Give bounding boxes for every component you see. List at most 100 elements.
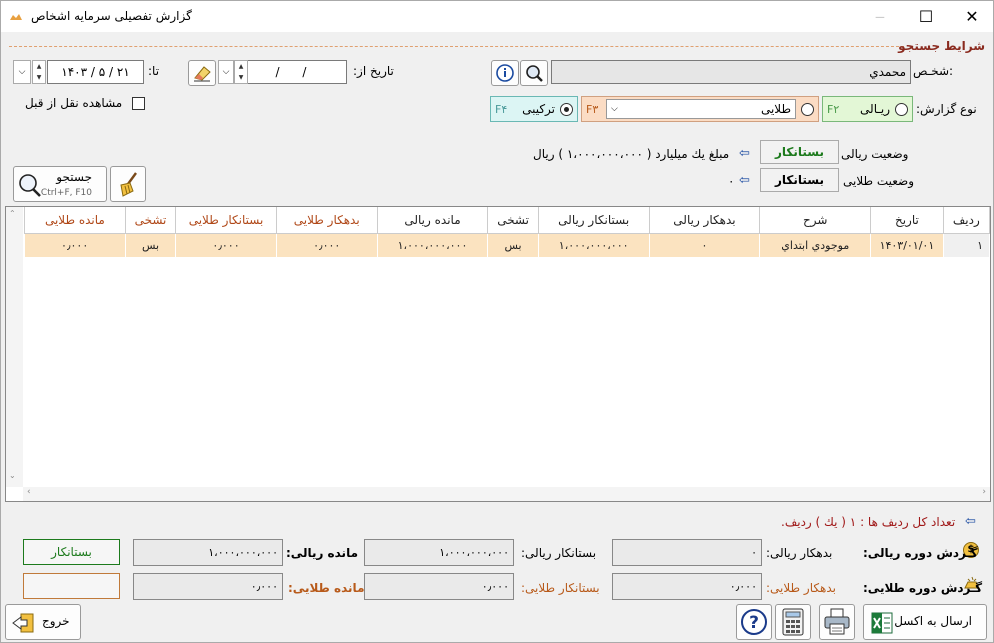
section-divider — [9, 46, 904, 47]
magnifier-icon — [526, 65, 543, 82]
gold-status-text: ۰ — [728, 174, 735, 188]
row-count-text: تعداد کل ردیف ها : ۱ ( یك ) ردیف. — [781, 515, 956, 529]
broom-icon — [120, 172, 137, 197]
magnifier-icon — [19, 174, 41, 197]
rial-label: ریـالی — [860, 102, 890, 116]
rial-summary-title: گـردش دوره ریالی: — [863, 546, 978, 560]
gold-combo[interactable]: طلایی ⌵ — [606, 99, 796, 119]
col-header[interactable]: مانده طلایی — [24, 207, 126, 234]
col-header[interactable]: ردیف — [942, 207, 990, 234]
person-search-button[interactable] — [520, 60, 548, 86]
data-grid[interactable]: ⌃ ⌄ ‹ › ردیف تاریخ شرح بدهکار ریالی بستا… — [5, 206, 991, 502]
gold-key: F۳ — [586, 103, 599, 116]
search-shortcut: Ctrl+F, F10 — [40, 188, 92, 198]
col-header[interactable]: تشخی — [487, 207, 539, 234]
chevron-down-icon: ⌵ — [611, 104, 618, 114]
table-cell: ۱۴۰۳/۰۱/۰۱ — [870, 233, 944, 257]
gold-credit-label: بستانکار طلایی: — [521, 581, 600, 595]
col-header[interactable]: بستانکار طلایی — [175, 207, 277, 234]
title-bar: گزارش تفصیلی سرمایه اشخاص ‒ ☐ ✕ — [1, 1, 993, 32]
col-header[interactable]: بستانکار ریالی — [537, 207, 650, 234]
close-button[interactable]: ✕ — [949, 1, 993, 32]
help-button[interactable]: ? — [736, 604, 772, 640]
col-header[interactable]: بدهکار طلایی — [275, 207, 378, 234]
gold-summary-title: گـردش دوره طلایی: — [863, 581, 983, 595]
gold-credit-field: ۰٫۰۰۰ — [364, 573, 514, 600]
eraser-icon — [194, 66, 211, 82]
scroll-right-icon: › — [982, 487, 986, 497]
print-button[interactable] — [819, 604, 855, 640]
calculator-icon — [782, 608, 804, 636]
combined-radio — [560, 103, 573, 116]
search-section-title: شرایط جستجو — [898, 39, 985, 53]
report-type-gold[interactable]: طلایی ⌵ F۳ — [581, 96, 819, 122]
scroll-down-icon: ⌄ — [9, 471, 16, 480]
rial-balance-field: ۱،۰۰۰،۰۰۰،۰۰۰ — [133, 539, 283, 566]
grid-vertical-scrollbar[interactable]: ⌃ ⌄ — [6, 207, 23, 487]
date-to-field[interactable]: ۲۱ / ۵ / ۱۴۰۳ — [47, 60, 144, 84]
search-label: جستجو — [56, 170, 92, 184]
col-header[interactable]: تشخی — [124, 207, 177, 234]
gold-label: طلایی — [760, 102, 791, 116]
help-icon: ? — [741, 609, 767, 635]
gold-status-badge: بستانکار — [760, 168, 839, 192]
person-value: محمدي — [869, 65, 906, 79]
gold-radio — [801, 103, 814, 116]
date-from-label: تاریخ از: — [353, 64, 394, 78]
person-field[interactable]: محمدي — [551, 60, 911, 84]
date-from-dropdown[interactable]: ⌵ — [218, 60, 234, 84]
search-button[interactable]: جستجو Ctrl+F, F10 — [13, 166, 107, 202]
minimize-button[interactable]: ‒ — [857, 1, 903, 32]
col-header[interactable]: بدهکار ریالی — [648, 207, 761, 234]
scroll-up-icon: ⌃ — [9, 209, 16, 218]
table-cell: ۰ — [649, 233, 761, 257]
date-from-field[interactable]: / / — [235, 60, 347, 84]
grid-horizontal-scrollbar[interactable]: ‹ › — [23, 487, 990, 501]
date-from-spinner[interactable]: ▲ ▼ — [234, 60, 248, 84]
date-to-dropdown[interactable]: ⌵ — [13, 60, 31, 84]
exit-button[interactable]: خروج — [5, 604, 81, 640]
export-excel-label: ارسال به اکسل — [894, 614, 972, 628]
info-icon — [496, 64, 514, 82]
printer-icon — [824, 608, 850, 635]
table-row[interactable]: ۱ ۱۴۰۳/۰۱/۰۱ موجودي ابتداي ۰ ۱،۰۰۰،۰۰۰،۰… — [24, 233, 990, 257]
show-transfer-checkbox[interactable] — [132, 97, 145, 110]
svg-text:?: ? — [749, 613, 759, 633]
gold-balance-label: مانده طلایی: — [288, 581, 365, 595]
table-cell: ۱،۰۰۰،۰۰۰،۰۰۰ — [377, 233, 489, 257]
rial-debit-label: بدهکار ریالی: — [766, 546, 833, 560]
rial-credit-label: بستانکار ریالی: — [521, 546, 597, 560]
grid-header-row: ردیف تاریخ شرح بدهکار ریالی بستانکار ریا… — [24, 207, 990, 234]
combined-key: F۴ — [495, 103, 508, 116]
report-type-rial[interactable]: ریـالی F۲ — [822, 96, 913, 122]
table-cell: ۱ — [943, 233, 990, 257]
table-cell: ۰٫۰۰۰ — [175, 233, 277, 257]
combined-label: ترکیبی — [522, 102, 555, 116]
grid-table-wrap: ردیف تاریخ شرح بدهکار ریالی بستانکار ریا… — [24, 207, 990, 257]
person-label: شخـص: — [913, 64, 954, 78]
col-header[interactable]: شرح — [759, 207, 872, 234]
col-header[interactable]: تاریخ — [870, 207, 944, 234]
date-to-value: ۲۱ / ۵ / ۱۴۰۳ — [61, 65, 130, 79]
date-to-spinner[interactable]: ▲ ▼ — [32, 60, 46, 84]
col-header[interactable]: مانده ریالی — [376, 207, 489, 234]
export-excel-button[interactable]: ارسال به اکسل — [863, 604, 987, 640]
person-info-button[interactable] — [491, 60, 519, 86]
clear-filters-button[interactable] — [110, 166, 146, 202]
clear-date-button[interactable] — [188, 60, 216, 86]
rial-status-badge: بستانکار — [760, 140, 839, 164]
report-window: گزارش تفصیلی سرمایه اشخاص ‒ ☐ ✕ شرایط جس… — [0, 0, 994, 643]
report-type-combined[interactable]: ترکیبی F۴ — [490, 96, 578, 122]
rial-debit-field: ۰ — [612, 539, 762, 566]
arrow-left-icon: ⇦ — [739, 173, 750, 188]
maximize-button[interactable]: ☐ — [903, 1, 949, 32]
scroll-left-icon: ‹ — [27, 487, 31, 497]
gold-status-label: وضعیت طلایی — [843, 174, 915, 188]
rial-balance-label: مانده ریالی: — [286, 546, 358, 560]
rial-credit-field: ۱،۰۰۰،۰۰۰،۰۰۰ — [364, 539, 514, 566]
calculator-button[interactable] — [775, 604, 811, 640]
gold-status-indicator — [23, 573, 120, 599]
table-cell: ۱،۰۰۰،۰۰۰،۰۰۰ — [538, 233, 650, 257]
arrow-left-icon: ⇦ — [739, 146, 750, 161]
grid-table: ردیف تاریخ شرح بدهکار ریالی بستانکار ریا… — [24, 207, 990, 257]
